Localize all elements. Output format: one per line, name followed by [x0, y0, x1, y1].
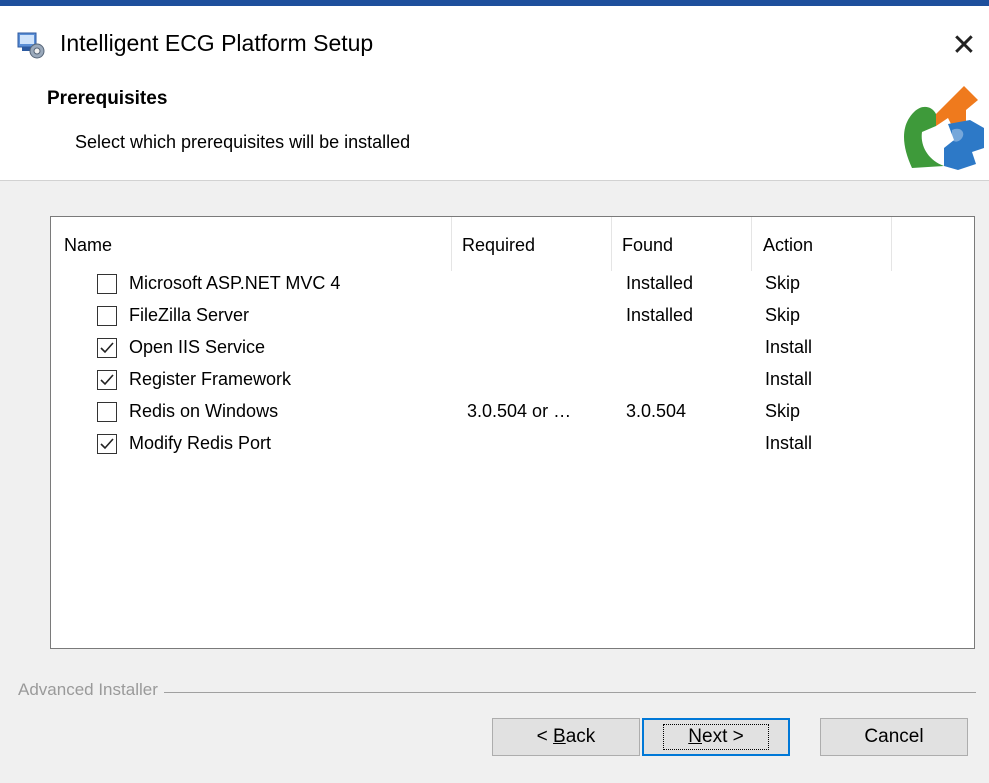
branding-label: Advanced Installer	[18, 680, 164, 700]
column-divider[interactable]	[891, 217, 892, 271]
table-row[interactable]: Open IIS Service Install	[51, 333, 974, 365]
back-button[interactable]: < Back	[492, 718, 640, 756]
back-button-label: ack	[565, 726, 596, 747]
row-action: Install	[765, 337, 813, 357]
next-button[interactable]: Next >	[642, 718, 790, 756]
checkmark-icon	[100, 342, 114, 354]
row-required: 3.0.504 or …	[467, 401, 572, 421]
title-bar[interactable]: Intelligent ECG Platform Setup ✕	[0, 6, 989, 74]
row-name: Register Framework	[129, 369, 292, 389]
column-header-name[interactable]: Name	[64, 235, 112, 256]
setup-app-icon	[17, 32, 45, 59]
row-name: Open IIS Service	[129, 337, 266, 357]
table-row[interactable]: Microsoft ASP.NET MVC 4 Installed Skip	[51, 269, 974, 301]
column-header-found[interactable]: Found	[622, 235, 673, 256]
next-button-mnemonic: N	[688, 726, 702, 747]
back-button-prefix: <	[536, 726, 554, 747]
row-found: 3.0.504	[626, 401, 687, 421]
checkmark-icon	[100, 438, 114, 450]
column-header-required[interactable]: Required	[462, 235, 535, 256]
prerequisite-checkbox[interactable]	[97, 338, 117, 358]
row-action: Install	[765, 433, 813, 453]
row-action: Skip	[765, 273, 801, 293]
prerequisite-checkbox[interactable]	[97, 274, 117, 294]
row-name: FileZilla Server	[129, 305, 250, 325]
next-button-label: ext >	[702, 726, 744, 747]
next-focus-rect: Next >	[663, 724, 769, 750]
table-row[interactable]: FileZilla Server Installed Skip	[51, 301, 974, 333]
column-header-action[interactable]: Action	[763, 235, 813, 256]
row-action: Install	[765, 369, 813, 389]
row-action: Skip	[765, 305, 801, 325]
row-found: Installed	[626, 273, 694, 293]
table-row[interactable]: Redis on Windows 3.0.504 or … 3.0.504 Sk…	[51, 397, 974, 429]
prerequisite-checkbox[interactable]	[97, 434, 117, 454]
row-name: Modify Redis Port	[129, 433, 272, 453]
column-divider[interactable]	[751, 217, 752, 271]
row-name: Redis on Windows	[129, 401, 279, 421]
cancel-button[interactable]: Cancel	[820, 718, 968, 756]
column-divider[interactable]	[611, 217, 612, 271]
prerequisite-checkbox[interactable]	[97, 370, 117, 390]
row-found: Installed	[626, 305, 694, 325]
back-button-mnemonic: B	[553, 726, 566, 747]
row-name: Microsoft ASP.NET MVC 4	[129, 273, 341, 293]
prerequisites-list[interactable]: Name Required Found Action Microsoft ASP…	[50, 216, 975, 649]
page-title: Prerequisites	[47, 88, 168, 109]
page-header: Prerequisites Select which prerequisites…	[0, 74, 989, 181]
table-row[interactable]: Register Framework Install	[51, 365, 974, 397]
column-divider[interactable]	[451, 217, 452, 271]
row-action: Skip	[765, 401, 801, 421]
prerequisite-checkbox[interactable]	[97, 306, 117, 326]
page-subtitle: Select which prerequisites will be insta…	[75, 132, 411, 152]
prerequisite-checkbox[interactable]	[97, 402, 117, 422]
checkmark-icon	[100, 374, 114, 386]
puzzle-logo-icon	[904, 86, 984, 170]
table-row[interactable]: Modify Redis Port Install	[51, 429, 974, 461]
close-button[interactable]: ✕	[944, 26, 984, 66]
window-title: Intelligent ECG Platform Setup	[60, 30, 374, 56]
